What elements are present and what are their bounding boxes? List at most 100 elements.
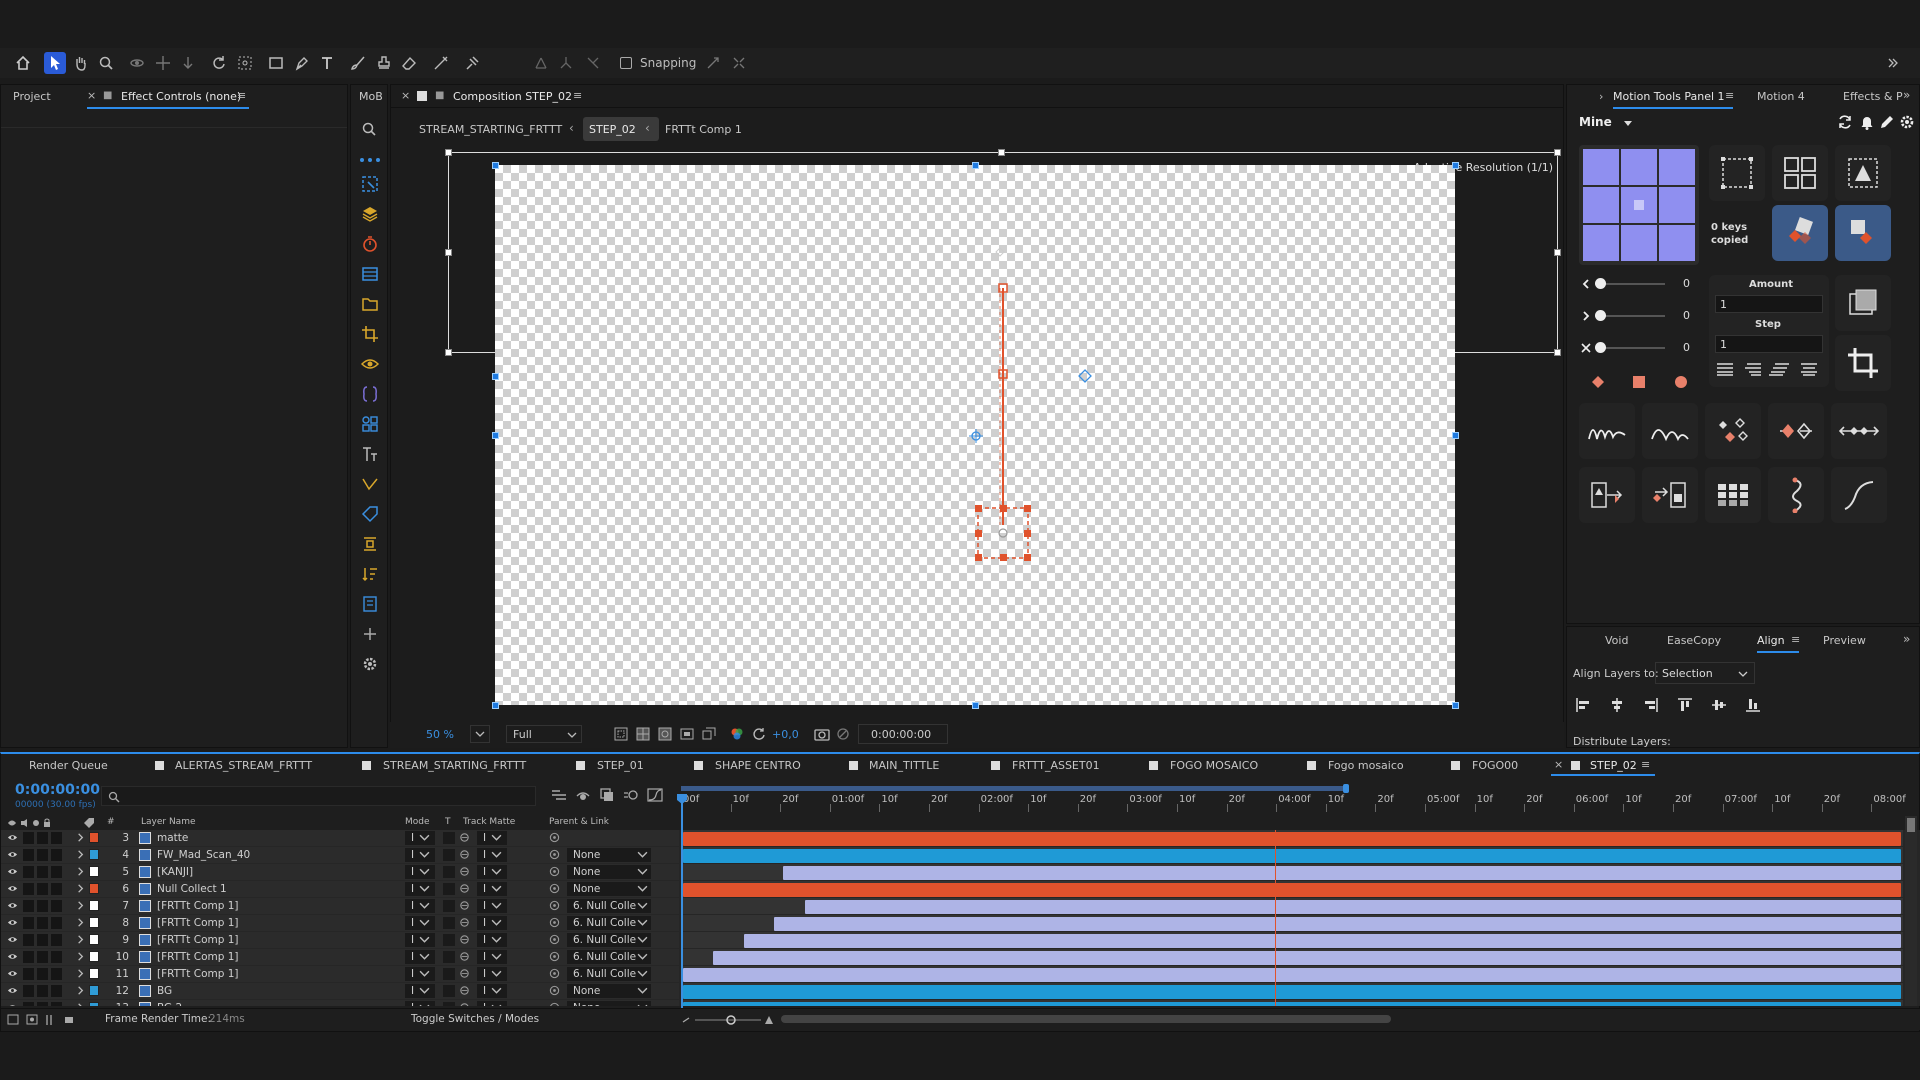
wiggle-button[interactable] xyxy=(1579,403,1635,459)
roto-brush-tool-icon[interactable] xyxy=(430,52,452,74)
eye-icon[interactable] xyxy=(7,900,18,911)
pickwhip-icon[interactable] xyxy=(549,883,560,894)
breadcrumb-frttt-comp1[interactable]: FRTTt Comp 1 xyxy=(665,123,742,136)
tab-comp[interactable]: Fogo mosaico xyxy=(1328,759,1404,772)
shy-layers-icon[interactable] xyxy=(575,788,591,802)
grid-arrange-button[interactable] xyxy=(1705,467,1761,523)
tab-comp[interactable]: SHAPE CENTRO xyxy=(715,759,801,772)
eye-icon[interactable] xyxy=(361,355,379,373)
layer-row[interactable]: 6 Null Collect 1 I I None xyxy=(1,881,1920,898)
anchor-tool-icon[interactable] xyxy=(234,52,256,74)
slider-knob[interactable] xyxy=(1595,310,1606,321)
snap-features-icon[interactable] xyxy=(728,52,750,74)
vertical-scrollbar[interactable] xyxy=(1905,816,1917,1006)
eye-icon[interactable] xyxy=(7,968,18,979)
chevron-right-icon[interactable] xyxy=(75,968,86,979)
switch-box[interactable] xyxy=(37,900,48,912)
switch-box[interactable] xyxy=(23,934,34,946)
pickwhip-icon[interactable] xyxy=(549,968,560,979)
preserve-transparency-box[interactable] xyxy=(443,917,455,929)
align-right-icon[interactable] xyxy=(1641,695,1661,715)
snap-edges-icon[interactable] xyxy=(702,52,724,74)
pickwhip-icon[interactable] xyxy=(549,917,560,928)
panel-menu-icon[interactable]: ≡ xyxy=(1725,89,1734,102)
preserve-transparency-box[interactable] xyxy=(443,866,455,878)
layer-row[interactable]: 13 BG 2 I I None xyxy=(1,1000,1920,1006)
bounce-button[interactable] xyxy=(1642,403,1698,459)
label-swatch[interactable] xyxy=(89,951,99,962)
switch-box[interactable] xyxy=(23,917,34,929)
rectangle-trim-button[interactable] xyxy=(1835,275,1891,331)
col-layer-name[interactable]: Layer Name xyxy=(141,817,196,827)
rotate-tool-icon[interactable] xyxy=(208,52,230,74)
switch-box[interactable] xyxy=(37,934,48,946)
transform-handle[interactable] xyxy=(445,149,452,156)
film-icon[interactable] xyxy=(361,265,379,283)
graph-editor-icon[interactable] xyxy=(647,788,663,802)
pickwhip-icon[interactable] xyxy=(549,866,560,877)
paste-keys-button[interactable] xyxy=(1835,205,1891,261)
label-swatch[interactable] xyxy=(89,985,99,996)
label-swatch[interactable] xyxy=(89,849,99,860)
align-top-icon[interactable] xyxy=(1675,695,1695,715)
layer-duration-bar[interactable] xyxy=(774,917,1901,931)
anchor-cell[interactable] xyxy=(1621,149,1657,185)
search-icon[interactable] xyxy=(361,121,377,137)
anchor-to-shape-button[interactable] xyxy=(1835,145,1891,201)
preserve-transparency-box[interactable] xyxy=(443,832,455,844)
tab-effects-presets[interactable]: Effects & P xyxy=(1843,90,1903,103)
transform-handle[interactable] xyxy=(1452,162,1459,169)
world-axis-icon[interactable] xyxy=(555,52,577,74)
move-from-layer-button[interactable] xyxy=(1642,467,1698,523)
switch-box[interactable] xyxy=(23,866,34,878)
eye-icon[interactable] xyxy=(7,917,18,928)
preserve-transparency-box[interactable] xyxy=(443,968,455,980)
switch-box[interactable] xyxy=(51,934,62,946)
align-bottom-icon[interactable] xyxy=(1743,695,1763,715)
slider-knob[interactable] xyxy=(1595,342,1606,353)
label-swatch[interactable] xyxy=(89,917,99,928)
tab-align[interactable]: Align xyxy=(1757,634,1785,647)
keyframe-squeeze-button[interactable] xyxy=(1768,403,1824,459)
switch-box[interactable] xyxy=(51,968,62,980)
brush-tool-icon[interactable] xyxy=(347,52,369,74)
pen-tool-icon[interactable] xyxy=(291,52,313,74)
motion-path-overlay[interactable] xyxy=(960,240,1100,570)
chevron-right-icon[interactable] xyxy=(75,849,86,860)
scroll-thumb[interactable] xyxy=(1907,818,1915,832)
switch-box[interactable] xyxy=(37,985,48,997)
tag-icon[interactable] xyxy=(361,505,379,523)
crop-comp-button[interactable] xyxy=(1835,335,1891,391)
layer-duration-bar[interactable] xyxy=(683,985,1901,999)
layer-row[interactable]: 10 [FRTTt Comp 1] I I 6. Null Colle xyxy=(1,949,1920,966)
switch-box[interactable] xyxy=(23,832,34,844)
tab-motion-tools-panel[interactable]: Motion Tools Panel 1 xyxy=(1613,90,1725,103)
comp-mini-flowchart-icon[interactable] xyxy=(551,788,567,802)
lock-icon[interactable]: ■ xyxy=(103,90,112,101)
panel-menu-icon[interactable]: ≡ xyxy=(1641,758,1650,771)
matte-link-icon[interactable] xyxy=(459,883,470,894)
footer-toggles-icon[interactable] xyxy=(7,1013,79,1027)
transform-handle[interactable] xyxy=(492,373,499,380)
horizontal-scrollbar[interactable] xyxy=(781,1015,1391,1023)
workspace-overflow-icon[interactable] xyxy=(1882,52,1904,74)
switch-box[interactable] xyxy=(51,917,62,929)
work-area-end-handle[interactable] xyxy=(1343,784,1349,793)
region-of-interest-icon[interactable] xyxy=(614,727,628,741)
timecode-field[interactable]: 0:00:00:00 xyxy=(858,724,948,744)
switch-box[interactable] xyxy=(23,985,34,997)
puppet-pin-tool-icon[interactable] xyxy=(461,52,483,74)
slider-knob[interactable] xyxy=(1595,278,1606,289)
guides-icon[interactable] xyxy=(680,727,694,741)
tab-comp[interactable]: MAIN_TITTLE xyxy=(869,759,939,772)
transparency-grid-icon[interactable] xyxy=(636,727,650,741)
selection-tool-icon[interactable] xyxy=(44,52,66,74)
eraser-tool-icon[interactable] xyxy=(398,52,420,74)
layer-row[interactable]: 8 [FRTTt Comp 1] I I 6. Null Colle xyxy=(1,915,1920,932)
tab-comp[interactable]: STREAM_STARTING_FRTTT xyxy=(383,759,526,772)
transform-handle[interactable] xyxy=(1452,702,1459,709)
switch-box[interactable] xyxy=(51,1002,62,1006)
anchor-cell[interactable] xyxy=(1659,187,1695,223)
switch-box[interactable] xyxy=(23,883,34,895)
layer-row[interactable]: 11 [FRTTt Comp 1] I I 6. Null Colle xyxy=(1,966,1920,983)
